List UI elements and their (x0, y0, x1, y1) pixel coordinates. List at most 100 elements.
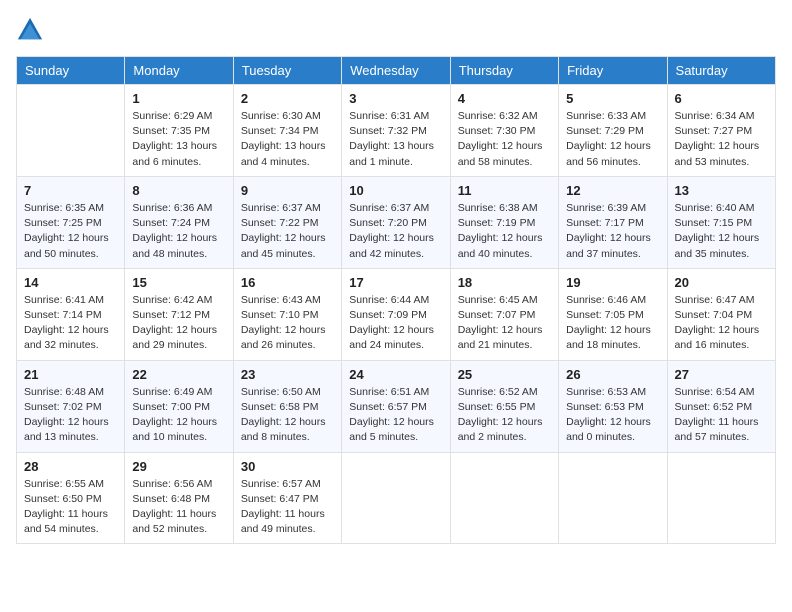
day-info: Sunrise: 6:35 AM Sunset: 7:25 PM Dayligh… (24, 201, 117, 262)
day-header-tuesday: Tuesday (233, 57, 341, 85)
day-number: 12 (566, 183, 659, 198)
calendar-cell: 8 Sunrise: 6:36 AM Sunset: 7:24 PM Daylig… (125, 176, 233, 268)
day-info: Sunrise: 6:46 AM Sunset: 7:05 PM Dayligh… (566, 293, 659, 354)
day-number: 26 (566, 367, 659, 382)
day-number: 20 (675, 275, 768, 290)
day-number: 22 (132, 367, 225, 382)
calendar-cell: 25 Sunrise: 6:52 AM Sunset: 6:55 PM Dayli… (450, 360, 558, 452)
logo (16, 16, 48, 44)
calendar-cell (450, 452, 558, 544)
day-info: Sunrise: 6:37 AM Sunset: 7:22 PM Dayligh… (241, 201, 334, 262)
calendar-table: SundayMondayTuesdayWednesdayThursdayFrid… (16, 56, 776, 544)
calendar-cell (559, 452, 667, 544)
day-number: 30 (241, 459, 334, 474)
day-info: Sunrise: 6:52 AM Sunset: 6:55 PM Dayligh… (458, 385, 551, 446)
day-info: Sunrise: 6:37 AM Sunset: 7:20 PM Dayligh… (349, 201, 442, 262)
calendar-cell: 17 Sunrise: 6:44 AM Sunset: 7:09 PM Dayli… (342, 268, 450, 360)
day-number: 5 (566, 91, 659, 106)
day-info: Sunrise: 6:56 AM Sunset: 6:48 PM Dayligh… (132, 477, 225, 538)
calendar-week-row: 28 Sunrise: 6:55 AM Sunset: 6:50 PM Dayli… (17, 452, 776, 544)
day-number: 9 (241, 183, 334, 198)
calendar-cell: 30 Sunrise: 6:57 AM Sunset: 6:47 PM Dayli… (233, 452, 341, 544)
day-number: 3 (349, 91, 442, 106)
logo-icon (16, 16, 44, 44)
calendar-cell: 16 Sunrise: 6:43 AM Sunset: 7:10 PM Dayli… (233, 268, 341, 360)
day-header-wednesday: Wednesday (342, 57, 450, 85)
calendar-cell: 7Sunrise: 6:35 AM Sunset: 7:25 PM Daylig… (17, 176, 125, 268)
day-info: Sunrise: 6:29 AM Sunset: 7:35 PM Dayligh… (132, 109, 225, 170)
day-info: Sunrise: 6:49 AM Sunset: 7:00 PM Dayligh… (132, 385, 225, 446)
day-header-thursday: Thursday (450, 57, 558, 85)
day-number: 29 (132, 459, 225, 474)
day-info: Sunrise: 6:36 AM Sunset: 7:24 PM Dayligh… (132, 201, 225, 262)
day-info: Sunrise: 6:57 AM Sunset: 6:47 PM Dayligh… (241, 477, 334, 538)
day-number: 15 (132, 275, 225, 290)
day-header-saturday: Saturday (667, 57, 775, 85)
day-info: Sunrise: 6:44 AM Sunset: 7:09 PM Dayligh… (349, 293, 442, 354)
calendar-cell: 22 Sunrise: 6:49 AM Sunset: 7:00 PM Dayli… (125, 360, 233, 452)
calendar-header-row: SundayMondayTuesdayWednesdayThursdayFrid… (17, 57, 776, 85)
day-info: Sunrise: 6:43 AM Sunset: 7:10 PM Dayligh… (241, 293, 334, 354)
calendar-cell: 29 Sunrise: 6:56 AM Sunset: 6:48 PM Dayli… (125, 452, 233, 544)
calendar-cell: 12 Sunrise: 6:39 AM Sunset: 7:17 PM Dayli… (559, 176, 667, 268)
calendar-cell: 27 Sunrise: 6:54 AM Sunset: 6:52 PM Dayli… (667, 360, 775, 452)
day-number: 28 (24, 459, 117, 474)
calendar-cell: 10 Sunrise: 6:37 AM Sunset: 7:20 PM Dayli… (342, 176, 450, 268)
day-info: Sunrise: 6:54 AM Sunset: 6:52 PM Dayligh… (675, 385, 768, 446)
calendar-cell: 28 Sunrise: 6:55 AM Sunset: 6:50 PM Dayli… (17, 452, 125, 544)
day-header-friday: Friday (559, 57, 667, 85)
day-number: 25 (458, 367, 551, 382)
calendar-cell: 11 Sunrise: 6:38 AM Sunset: 7:19 PM Dayli… (450, 176, 558, 268)
calendar-cell: 18 Sunrise: 6:45 AM Sunset: 7:07 PM Dayli… (450, 268, 558, 360)
day-number: 16 (241, 275, 334, 290)
day-info: Sunrise: 6:33 AM Sunset: 7:29 PM Dayligh… (566, 109, 659, 170)
calendar-cell: 19 Sunrise: 6:46 AM Sunset: 7:05 PM Dayli… (559, 268, 667, 360)
calendar-cell: 4Sunrise: 6:32 AM Sunset: 7:30 PM Daylig… (450, 85, 558, 177)
day-number: 8 (132, 183, 225, 198)
calendar-cell: 21 Sunrise: 6:48 AM Sunset: 7:02 PM Dayli… (17, 360, 125, 452)
calendar-cell: 23 Sunrise: 6:50 AM Sunset: 6:58 PM Dayli… (233, 360, 341, 452)
calendar-cell: 24 Sunrise: 6:51 AM Sunset: 6:57 PM Dayli… (342, 360, 450, 452)
day-number: 19 (566, 275, 659, 290)
day-header-monday: Monday (125, 57, 233, 85)
day-header-sunday: Sunday (17, 57, 125, 85)
day-number: 18 (458, 275, 551, 290)
day-info: Sunrise: 6:30 AM Sunset: 7:34 PM Dayligh… (241, 109, 334, 170)
page-header (16, 16, 776, 44)
day-info: Sunrise: 6:40 AM Sunset: 7:15 PM Dayligh… (675, 201, 768, 262)
day-info: Sunrise: 6:47 AM Sunset: 7:04 PM Dayligh… (675, 293, 768, 354)
day-number: 24 (349, 367, 442, 382)
day-info: Sunrise: 6:38 AM Sunset: 7:19 PM Dayligh… (458, 201, 551, 262)
calendar-cell (17, 85, 125, 177)
day-info: Sunrise: 6:55 AM Sunset: 6:50 PM Dayligh… (24, 477, 117, 538)
day-info: Sunrise: 6:51 AM Sunset: 6:57 PM Dayligh… (349, 385, 442, 446)
day-info: Sunrise: 6:53 AM Sunset: 6:53 PM Dayligh… (566, 385, 659, 446)
calendar-cell: 20 Sunrise: 6:47 AM Sunset: 7:04 PM Dayli… (667, 268, 775, 360)
day-info: Sunrise: 6:39 AM Sunset: 7:17 PM Dayligh… (566, 201, 659, 262)
calendar-week-row: 14 Sunrise: 6:41 AM Sunset: 7:14 PM Dayli… (17, 268, 776, 360)
day-number: 21 (24, 367, 117, 382)
day-number: 10 (349, 183, 442, 198)
day-number: 14 (24, 275, 117, 290)
day-number: 11 (458, 183, 551, 198)
day-info: Sunrise: 6:42 AM Sunset: 7:12 PM Dayligh… (132, 293, 225, 354)
day-info: Sunrise: 6:45 AM Sunset: 7:07 PM Dayligh… (458, 293, 551, 354)
day-number: 17 (349, 275, 442, 290)
day-info: Sunrise: 6:48 AM Sunset: 7:02 PM Dayligh… (24, 385, 117, 446)
day-info: Sunrise: 6:50 AM Sunset: 6:58 PM Dayligh… (241, 385, 334, 446)
calendar-week-row: 1Sunrise: 6:29 AM Sunset: 7:35 PM Daylig… (17, 85, 776, 177)
calendar-cell: 1Sunrise: 6:29 AM Sunset: 7:35 PM Daylig… (125, 85, 233, 177)
calendar-cell: 3Sunrise: 6:31 AM Sunset: 7:32 PM Daylig… (342, 85, 450, 177)
day-number: 4 (458, 91, 551, 106)
calendar-week-row: 21 Sunrise: 6:48 AM Sunset: 7:02 PM Dayli… (17, 360, 776, 452)
calendar-cell: 15 Sunrise: 6:42 AM Sunset: 7:12 PM Dayli… (125, 268, 233, 360)
day-number: 6 (675, 91, 768, 106)
day-number: 27 (675, 367, 768, 382)
day-info: Sunrise: 6:34 AM Sunset: 7:27 PM Dayligh… (675, 109, 768, 170)
day-info: Sunrise: 6:41 AM Sunset: 7:14 PM Dayligh… (24, 293, 117, 354)
day-number: 23 (241, 367, 334, 382)
calendar-cell: 26 Sunrise: 6:53 AM Sunset: 6:53 PM Dayli… (559, 360, 667, 452)
calendar-cell: 9 Sunrise: 6:37 AM Sunset: 7:22 PM Daylig… (233, 176, 341, 268)
calendar-cell: 5 Sunrise: 6:33 AM Sunset: 7:29 PM Daylig… (559, 85, 667, 177)
calendar-cell: 14 Sunrise: 6:41 AM Sunset: 7:14 PM Dayli… (17, 268, 125, 360)
